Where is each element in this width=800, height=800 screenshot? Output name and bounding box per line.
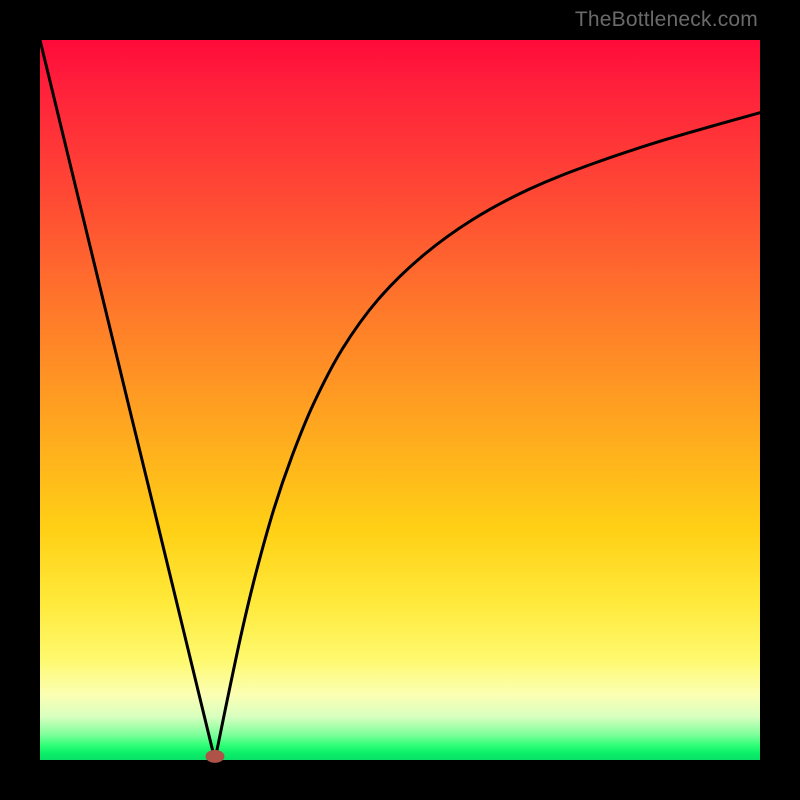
chart-frame: TheBottleneck.com — [0, 0, 800, 800]
plot-area — [40, 40, 760, 760]
minimum-marker — [206, 750, 224, 762]
curve-left-branch — [40, 40, 215, 760]
watermark-text: TheBottleneck.com — [575, 8, 758, 32]
curve-right-branch — [215, 113, 760, 760]
chart-svg — [40, 40, 760, 760]
